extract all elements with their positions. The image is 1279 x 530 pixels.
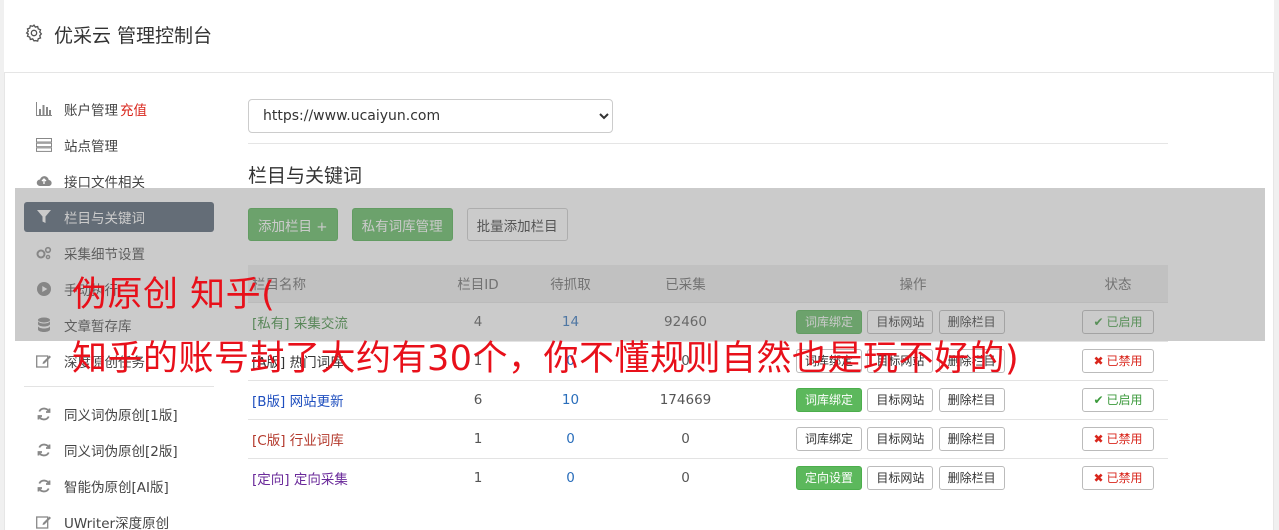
sidebar-item-label: 同义词伪原创[2版] [64,444,178,460]
collected-cell: 0 [613,418,758,458]
overlay-banner [15,188,1265,341]
status-cell: ✖ 已禁用 [1068,457,1168,497]
cross-icon: ✖ [1093,431,1104,446]
site-select[interactable]: https://www.ucaiyun.com [248,99,613,133]
table-row: [B版] 网站更新 6 10 174669 词库绑定 目标网站 删除栏目 ✔ 已启用 [248,379,1168,419]
column-name-cell[interactable]: [C版] 行业词库 [248,418,428,458]
column-name-link[interactable]: 定向采集 [294,472,348,488]
status-toggle-button[interactable]: ✖ 已禁用 [1082,426,1154,451]
pending-cell: 10 [528,379,613,419]
sidebar-item-label: 站点管理 [64,139,118,155]
refresh-icon [36,442,52,458]
sidebar-item-label: 账户管理 [64,103,118,119]
sidebar-item-uwriter[interactable]: UWriter深度原创 [24,507,214,530]
bind-lexicon-button[interactable]: 词库绑定 [796,387,863,412]
column-name-cell[interactable]: [B版] 网站更新 [248,379,428,419]
cross-icon: ✖ [1093,353,1104,368]
gear-icon [25,24,43,42]
column-id-cell: 6 [428,379,528,419]
column-id-cell: 1 [428,418,528,458]
refresh-icon [36,478,52,494]
sidebar-item-label: 智能伪原创[AI版] [64,480,169,496]
check-icon: ✔ [1093,392,1104,407]
sidebar-item-account[interactable]: 账户管理 充值 [24,94,214,124]
status-label: 已禁用 [1106,471,1143,486]
bind-lexicon-button[interactable]: 定向设置 [796,465,863,490]
edit-icon [36,514,52,530]
status-cell: ✔ 已启用 [1068,379,1168,419]
sidebar-item-label: 同义词伪原创[1版] [64,408,178,424]
divider [248,143,1168,144]
edit-icon [36,353,52,369]
app-title: 优采云 管理控制台 [54,25,213,47]
sidebar-item-synonym-v2[interactable]: 同义词伪原创[2版] [24,435,214,465]
column-name-cell[interactable]: [定向] 定向采集 [248,457,428,497]
cross-icon: ✖ [1093,470,1104,485]
sidebar-item-ai-original[interactable]: 智能伪原创[AI版] [24,471,214,501]
sidebar-item-label: UWriter深度原创 [64,516,170,530]
column-id-cell: 1 [428,457,528,497]
target-site-button[interactable]: 目标网站 [867,387,934,412]
bar-chart-icon [36,101,52,117]
target-site-button[interactable]: 目标网站 [867,465,934,490]
status-label: 已禁用 [1106,354,1143,368]
recharge-link[interactable]: 充值 [120,99,147,119]
status-toggle-button[interactable]: ✖ 已禁用 [1082,465,1154,490]
status-cell: ✖ 已禁用 [1068,418,1168,458]
status-label: 已启用 [1106,393,1143,407]
sidebar-item-synonym-v1[interactable]: 同义词伪原创[1版] [24,399,214,429]
collected-cell: 0 [613,457,758,497]
target-site-button[interactable]: 目标网站 [867,426,934,451]
sidebar-item-sites[interactable]: 站点管理 [24,130,214,160]
column-name-link[interactable]: 行业词库 [290,433,344,449]
cloud-upload-icon [36,173,52,189]
sidebar-divider [24,386,214,387]
status-cell: ✖ 已禁用 [1068,340,1168,380]
status-label: 已禁用 [1106,432,1143,446]
delete-column-button[interactable]: 删除栏目 [938,387,1005,412]
column-name-link[interactable]: 网站更新 [290,394,344,410]
bind-lexicon-button[interactable]: 词库绑定 [796,426,863,451]
table-row: [定向] 定向采集 1 0 0 定向设置 目标网站 删除栏目 ✖ 已禁用 [248,457,1168,497]
refresh-icon [36,406,52,422]
overlay-text-line1: 伪原创 知乎( [72,275,276,315]
status-toggle-button[interactable]: ✔ 已启用 [1082,387,1154,412]
column-tag: [B版] [252,393,286,410]
ops-cell: 词库绑定 目标网站 删除栏目 [758,379,1068,419]
ops-cell: 定向设置 目标网站 删除栏目 [758,457,1068,497]
section-title: 栏目与关键词 [248,165,363,187]
server-icon [36,137,52,153]
pending-cell: 0 [528,418,613,458]
status-toggle-button[interactable]: ✖ 已禁用 [1082,348,1154,373]
column-tag: [定向] [252,471,290,488]
collected-cell: 174669 [613,379,758,419]
column-tag: [C版] [252,432,286,449]
table-row: [C版] 行业词库 1 0 0 词库绑定 目标网站 删除栏目 ✖ 已禁用 [248,418,1168,458]
overlay-text-line2: 知乎的账号封了大约有30个，你不懂规则自然也是玩不好的) [72,339,1020,379]
pending-cell: 0 [528,457,613,497]
app-header: 优采云 管理控制台 [4,0,1274,73]
delete-column-button[interactable]: 删除栏目 [938,426,1005,451]
delete-column-button[interactable]: 删除栏目 [938,465,1005,490]
ops-cell: 词库绑定 目标网站 删除栏目 [758,418,1068,458]
